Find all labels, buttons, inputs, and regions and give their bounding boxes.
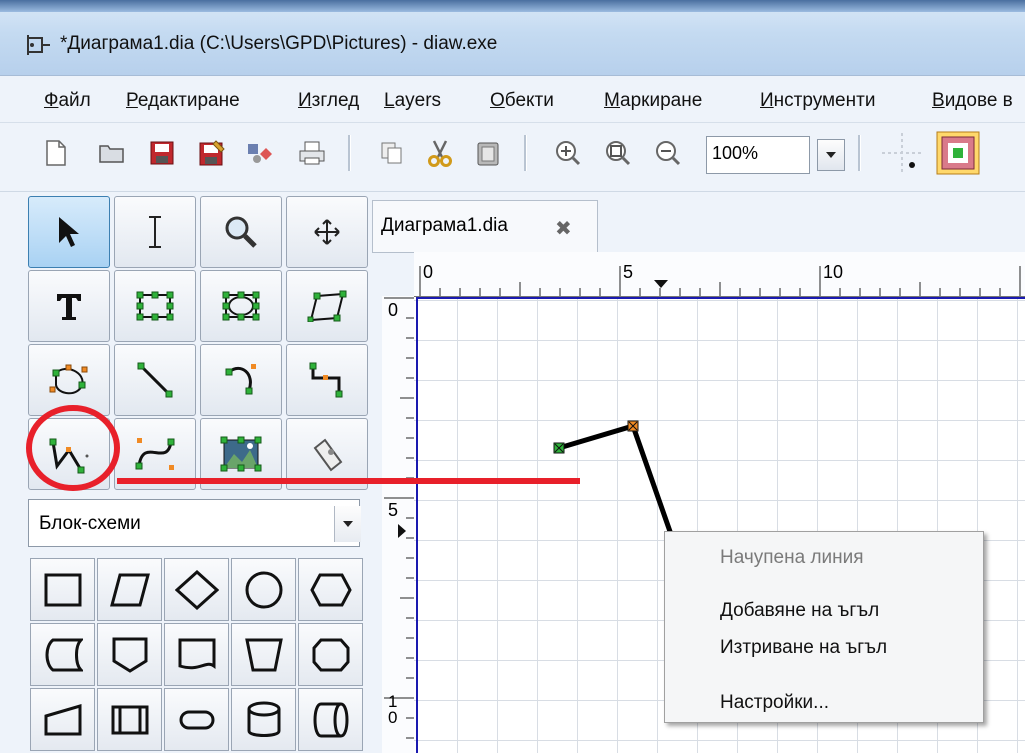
zoom-level-input[interactable]: 100% <box>706 136 810 174</box>
ruler-label-v0: 0 <box>388 300 399 320</box>
shape-direct-access-storage[interactable] <box>298 688 363 751</box>
shape-offpage[interactable] <box>97 623 162 686</box>
sheet-dropdown-button[interactable] <box>334 506 361 542</box>
snap-to-grid-icon[interactable] <box>882 133 922 173</box>
menu-tools[interactable]: Инструменти <box>760 90 875 112</box>
shape-manual-input[interactable] <box>30 688 95 751</box>
add-corner-menu-item[interactable]: Добавяне на ъгъл <box>720 600 879 622</box>
tool-bezier-line[interactable] <box>114 418 196 490</box>
properties-menu-item[interactable]: Настройки... <box>720 692 829 714</box>
zoom-out-icon[interactable] <box>652 136 684 170</box>
context-menu-title: Начупена линия <box>720 547 864 568</box>
tool-image[interactable] <box>200 418 282 490</box>
tool-polyline[interactable] <box>28 418 110 490</box>
shape-loop-limit[interactable] <box>298 623 363 686</box>
shape-connector[interactable] <box>231 558 296 621</box>
window-title: *Диаграма1.dia (C:\Users\GPD\Pictures) -… <box>60 33 498 54</box>
shape-document[interactable] <box>164 623 229 686</box>
tool-outline[interactable] <box>286 418 368 490</box>
shape-process[interactable] <box>30 558 95 621</box>
ruler-label-v10: 1 0 <box>388 692 398 727</box>
shape-preparation[interactable] <box>298 558 363 621</box>
tool-modify[interactable] <box>28 196 110 268</box>
tool-ellipse[interactable] <box>200 270 282 342</box>
toolbar-separator <box>524 135 527 171</box>
ruler-label-v5: 5 <box>388 500 399 520</box>
shape-terminator[interactable] <box>164 688 229 751</box>
zoom-dropdown-button[interactable] <box>817 139 845 171</box>
menu-edit[interactable]: Редактиране <box>126 90 240 112</box>
menu-select[interactable]: Маркиране <box>604 90 702 112</box>
paste-icon[interactable] <box>472 136 504 170</box>
menu-objects[interactable]: Обекти <box>490 90 554 112</box>
shape-stored-data[interactable] <box>30 623 95 686</box>
sheet-selector[interactable]: Блок-схеми <box>28 499 360 547</box>
shape-magnetic-disk[interactable] <box>231 688 296 751</box>
tool-zigzag-line[interactable] <box>286 344 368 416</box>
tool-scroll[interactable] <box>286 196 368 268</box>
tool-arc[interactable] <box>200 344 282 416</box>
tool-magnify[interactable] <box>200 196 282 268</box>
close-tab-icon[interactable]: ✖ <box>555 216 572 241</box>
export-icon[interactable] <box>244 136 276 170</box>
shape-decision[interactable] <box>164 558 229 621</box>
menu-layers[interactable]: Layers <box>384 90 441 112</box>
tool-text-edit[interactable] <box>114 196 196 268</box>
tool-polygon[interactable] <box>286 270 368 342</box>
shape-data[interactable] <box>97 558 162 621</box>
tool-beziergon[interactable] <box>28 344 110 416</box>
horizontal-ruler: 0 5 10 <box>414 252 1025 297</box>
new-file-icon[interactable] <box>40 136 72 170</box>
shape-manual-operation[interactable] <box>231 623 296 686</box>
open-folder-icon[interactable] <box>96 136 128 170</box>
ruler-label-10: 10 <box>823 262 844 282</box>
delete-corner-menu-item[interactable]: Изтриване на ъгъл <box>720 637 887 659</box>
zoom-in-icon[interactable] <box>552 136 584 170</box>
tool-box[interactable] <box>114 270 196 342</box>
tool-text[interactable] <box>28 270 110 342</box>
cut-icon[interactable] <box>424 136 456 170</box>
shape-predefined-process[interactable] <box>97 688 162 751</box>
toolbar-separator <box>858 135 861 171</box>
copy-icon[interactable] <box>376 136 408 170</box>
save-icon[interactable] <box>146 136 178 170</box>
menu-view[interactable]: Изглед <box>298 90 359 112</box>
window-frame <box>0 0 1025 12</box>
toolbar-separator <box>348 135 351 171</box>
menu-file[interactable]: Файл <box>44 90 91 112</box>
ruler-label-0: 0 <box>423 262 434 282</box>
dia-app-icon[interactable] <box>26 34 52 61</box>
ruler-label-5: 5 <box>623 262 634 282</box>
vertical-ruler: 0 5 1 0 <box>382 296 415 753</box>
object-snap-icon[interactable] <box>936 131 980 175</box>
print-icon[interactable] <box>296 136 328 170</box>
tool-line[interactable] <box>114 344 196 416</box>
menu-sheets[interactable]: Видове в <box>932 90 1013 112</box>
save-as-icon[interactable] <box>196 136 228 170</box>
zoom-fit-icon[interactable] <box>602 136 634 170</box>
